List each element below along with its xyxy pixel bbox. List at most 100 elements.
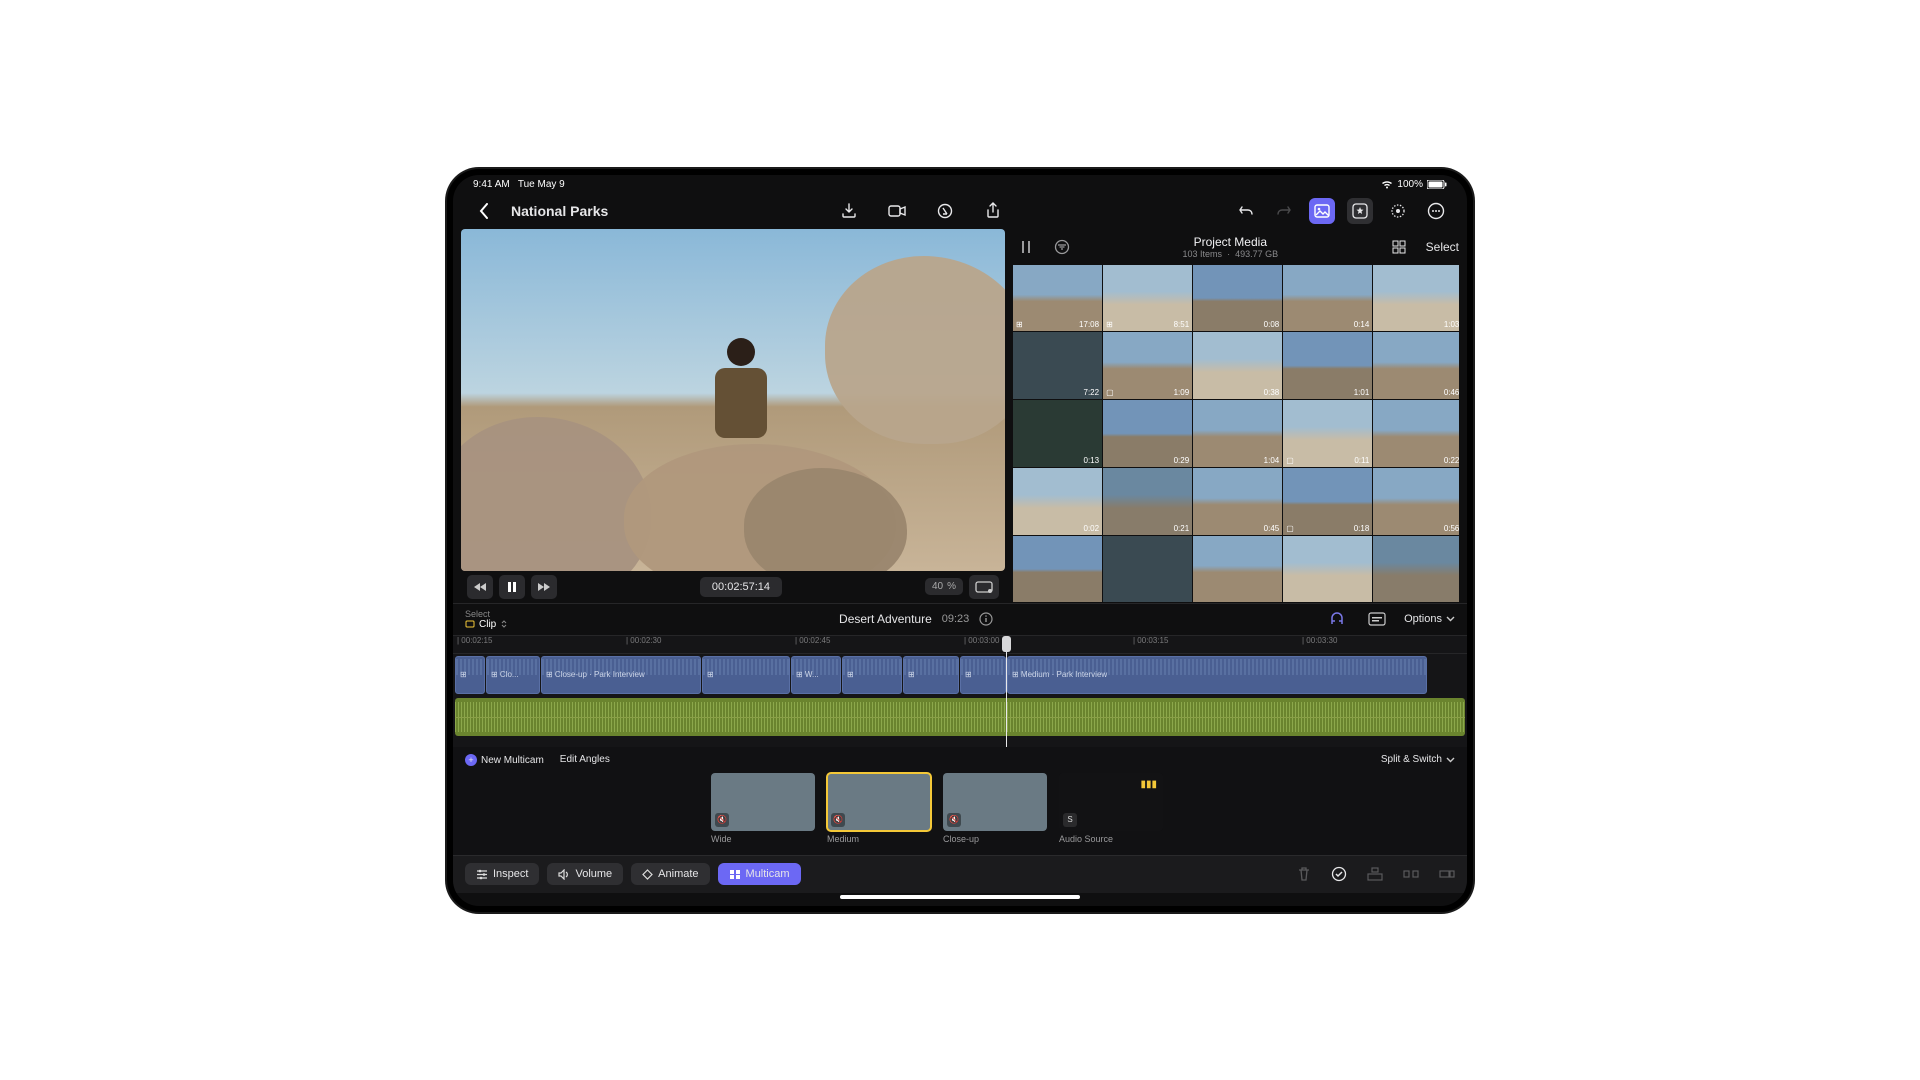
thumbnail-grid: ⊞17:08⊞8:510:080:141:030:057:22▢1:090:38… xyxy=(1013,265,1459,603)
grid-view-button[interactable] xyxy=(1386,234,1412,260)
timeline-clip[interactable]: ⊞ W... xyxy=(791,656,841,694)
media-thumbnail[interactable]: 0:29 xyxy=(1103,400,1192,467)
media-thumbnail[interactable]: 0:22 xyxy=(1373,400,1459,467)
select-mode-button[interactable]: Clip xyxy=(465,619,508,630)
media-thumbnail[interactable]: 0:08 xyxy=(1193,265,1282,332)
multicam-angle[interactable]: 🔇Close-up xyxy=(943,773,1047,844)
insert-icon[interactable] xyxy=(1403,867,1419,881)
media-thumbnail[interactable]: ▢1:09 xyxy=(1103,332,1192,399)
media-thumbnail[interactable]: 1:01 xyxy=(1283,332,1372,399)
media-thumbnail[interactable] xyxy=(1283,536,1372,603)
timeline-clip[interactable]: ⊞ xyxy=(842,656,902,694)
media-thumbnail[interactable]: ⊞8:51 xyxy=(1103,265,1192,332)
ellipsis-circle-icon xyxy=(1427,202,1445,220)
timeline-clip[interactable]: ⊞ xyxy=(455,656,485,694)
checkmark-circle-icon[interactable] xyxy=(1331,866,1347,882)
media-thumbnail[interactable]: 0:21 xyxy=(1103,468,1192,535)
settings-wheel-button[interactable] xyxy=(1385,198,1411,224)
connect-above-icon[interactable] xyxy=(1367,867,1383,881)
split-switch-button[interactable]: Split & Switch xyxy=(1381,754,1455,765)
import-button[interactable] xyxy=(836,198,862,224)
media-thumbnail[interactable] xyxy=(1103,536,1192,603)
share-button[interactable] xyxy=(980,198,1006,224)
viewer-zoom[interactable]: 40% xyxy=(925,578,963,595)
play-pause-button[interactable] xyxy=(499,575,525,599)
timeline-index-button[interactable] xyxy=(1364,606,1390,632)
timeline-clip[interactable]: ⊞ Close-up · Park Interview xyxy=(541,656,701,694)
inspect-button[interactable]: Inspect xyxy=(465,863,539,885)
timeline-clip[interactable]: ⊞ xyxy=(702,656,790,694)
back-button[interactable] xyxy=(471,198,497,224)
select-button[interactable]: Select xyxy=(1426,240,1459,254)
sequence-duration: 09:23 xyxy=(942,613,970,625)
media-thumbnail[interactable]: 1:03 xyxy=(1373,265,1459,332)
timeline-ruler[interactable]: | 00:02:15| 00:02:30| 00:02:45| 00:03:00… xyxy=(453,636,1467,654)
undo-button[interactable] xyxy=(1233,198,1259,224)
media-thumbnail[interactable] xyxy=(1373,536,1459,603)
media-thumbnail[interactable]: 0:56 xyxy=(1373,468,1459,535)
sidebar-icon xyxy=(1020,240,1032,254)
media-thumbnail[interactable]: 1:04 xyxy=(1193,400,1282,467)
redo-icon xyxy=(1276,203,1292,219)
timeline[interactable]: | 00:02:15| 00:02:30| 00:02:45| 00:03:00… xyxy=(453,635,1467,747)
sidebar-toggle-button[interactable] xyxy=(1013,234,1039,260)
timeline-clip[interactable]: ⊞ xyxy=(903,656,959,694)
redo-button[interactable] xyxy=(1271,198,1297,224)
audio-track[interactable] xyxy=(455,698,1465,736)
media-thumbnail[interactable]: 0:14 xyxy=(1283,265,1372,332)
multicam-angle[interactable]: 🔇Wide xyxy=(711,773,815,844)
battery-icon xyxy=(1427,180,1447,189)
media-browser-button[interactable] xyxy=(1309,198,1335,224)
timeline-clip[interactable]: ⊞ Medium · Park Interview xyxy=(1007,656,1427,694)
import-icon xyxy=(841,203,857,219)
multicam-angle[interactable]: 🔇Medium xyxy=(827,773,931,844)
clip-icon xyxy=(465,619,475,629)
camera-button[interactable] xyxy=(884,198,910,224)
media-thumbnail[interactable]: ▢0:11 xyxy=(1283,400,1372,467)
forward-icon xyxy=(537,582,551,592)
animate-button[interactable]: Animate xyxy=(631,863,709,885)
filter-button[interactable] xyxy=(1049,234,1075,260)
more-button[interactable] xyxy=(1423,198,1449,224)
viewer-display-button[interactable] xyxy=(969,575,999,599)
edit-angles-button[interactable]: Edit Angles xyxy=(560,754,610,765)
snapping-button[interactable] xyxy=(1324,606,1350,632)
new-multicam-button[interactable]: +New Multicam xyxy=(465,754,544,766)
timeline-clip[interactable]: ⊞ xyxy=(960,656,1006,694)
browser-subtitle: 103 Items · 493.77 GB xyxy=(1075,249,1386,259)
media-thumbnail[interactable]: ▢0:18 xyxy=(1283,468,1372,535)
timeline-options-button[interactable]: Options xyxy=(1404,613,1455,625)
rewind-button[interactable] xyxy=(467,575,493,599)
playhead[interactable] xyxy=(1006,636,1007,747)
chevron-down-icon xyxy=(1446,757,1455,763)
multicam-angle[interactable]: ▮▮▮SAudio Source xyxy=(1059,773,1163,844)
multicam-icon xyxy=(729,869,741,880)
media-thumbnail[interactable]: 0:13 xyxy=(1013,400,1102,467)
append-icon[interactable] xyxy=(1439,867,1455,881)
volume-button[interactable]: Volume xyxy=(547,863,623,885)
forward-button[interactable] xyxy=(531,575,557,599)
browser-title-block[interactable]: Project Media 103 Items · 493.77 GB xyxy=(1075,235,1386,259)
media-thumbnail[interactable]: 0:02 xyxy=(1013,468,1102,535)
viewer-timecode[interactable]: 00:02:57:14 xyxy=(700,577,782,597)
select-mode-label: Select xyxy=(465,609,508,619)
media-thumbnail[interactable]: ⊞17:08 xyxy=(1013,265,1102,332)
content-browser-button[interactable] xyxy=(1347,198,1373,224)
display-icon xyxy=(975,581,993,593)
media-thumbnail[interactable] xyxy=(1013,536,1102,603)
media-thumbnail[interactable]: 7:22 xyxy=(1013,332,1102,399)
media-thumbnail[interactable]: 0:46 xyxy=(1373,332,1459,399)
multicam-button[interactable]: Multicam xyxy=(718,863,801,885)
media-thumbnail[interactable]: 0:38 xyxy=(1193,332,1282,399)
undo-icon xyxy=(1238,203,1254,219)
timeline-clip[interactable]: ⊞ Clo... xyxy=(486,656,540,694)
media-thumbnail[interactable]: 0:45 xyxy=(1193,468,1282,535)
video-track[interactable]: ⊞ ⊞ Clo...⊞ Close-up · Park Interview⊞ ⊞… xyxy=(453,656,1467,694)
rewind-icon xyxy=(473,582,487,592)
home-indicator[interactable] xyxy=(453,893,1467,901)
info-icon[interactable] xyxy=(979,612,993,626)
trash-icon[interactable] xyxy=(1297,866,1311,882)
voiceover-button[interactable] xyxy=(932,198,958,224)
viewer[interactable] xyxy=(461,229,1005,571)
media-thumbnail[interactable] xyxy=(1193,536,1282,603)
